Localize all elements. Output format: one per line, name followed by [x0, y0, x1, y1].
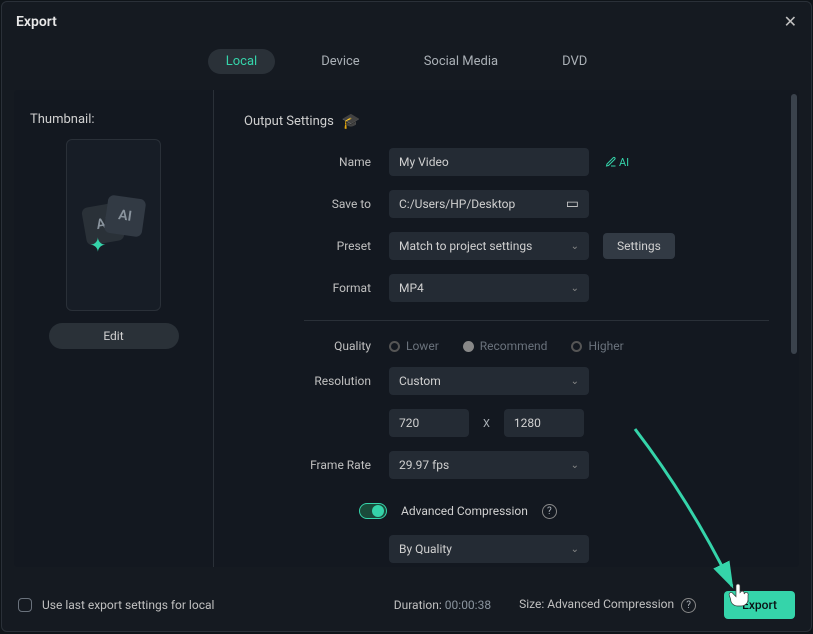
frame-rate-label: Frame Rate	[244, 458, 389, 472]
resolution-select[interactable]: Custom ⌄	[389, 367, 589, 395]
chevron-down-icon: ⌄	[571, 241, 579, 252]
compression-mode-select[interactable]: By Quality ⌄	[389, 535, 589, 563]
size-text: Size: Advanced Compression ?	[519, 597, 696, 612]
duration-text: Duration: 00:00:38	[394, 598, 491, 612]
save-to-field[interactable]: C:/Users/HP/Desktop ▭	[389, 190, 589, 218]
resolution-label: Resolution	[244, 374, 389, 388]
tab-dvd[interactable]: DVD	[544, 49, 605, 74]
name-input[interactable]	[389, 148, 589, 176]
format-label: Format	[244, 281, 389, 295]
export-tabs: Local Device Social Media DVD	[2, 41, 811, 90]
help-icon[interactable]: ?	[542, 504, 557, 519]
divider	[304, 320, 769, 321]
frame-rate-select[interactable]: 29.97 fps ⌄	[389, 451, 589, 479]
scrollbar[interactable]	[791, 94, 797, 354]
quality-label: Quality	[244, 339, 389, 353]
edit-thumbnail-button[interactable]: Edit	[49, 323, 179, 349]
quality-higher-radio[interactable]: Higher	[571, 339, 623, 353]
graduation-cap-icon[interactable]: 🎓	[342, 112, 361, 130]
chevron-down-icon: ⌄	[571, 283, 579, 294]
ai-card-icon: AI	[103, 195, 146, 238]
resolution-height-input[interactable]	[504, 409, 584, 437]
advanced-compression-toggle[interactable]	[359, 503, 387, 519]
ai-name-button[interactable]: AI	[605, 156, 629, 169]
tab-device[interactable]: Device	[303, 49, 378, 74]
x-separator: X	[483, 417, 490, 430]
use-last-settings-checkbox[interactable]	[18, 598, 32, 612]
quality-lower-radio[interactable]: Lower	[389, 339, 439, 353]
name-label: Name	[244, 155, 389, 169]
chevron-down-icon: ⌄	[571, 544, 579, 555]
preset-select[interactable]: Match to project settings ⌄	[389, 232, 589, 260]
preset-settings-button[interactable]: Settings	[603, 233, 675, 259]
thumbnail-label: Thumbnail:	[30, 112, 197, 127]
output-settings-heading: Output Settings	[244, 114, 334, 129]
export-button[interactable]: Export	[724, 591, 795, 619]
format-select[interactable]: MP4 ⌄	[389, 274, 589, 302]
tab-social-media[interactable]: Social Media	[406, 49, 516, 74]
resolution-width-input[interactable]	[389, 409, 469, 437]
quality-recommend-radio[interactable]: Recommend	[463, 339, 548, 353]
help-icon[interactable]: ?	[681, 598, 696, 613]
thumbnail-preview[interactable]: AI AI ✦	[66, 139, 161, 311]
chevron-down-icon: ⌄	[571, 376, 579, 387]
save-to-label: Save to	[244, 197, 389, 211]
dialog-title: Export	[16, 14, 57, 30]
sparkle-icon: ✦	[90, 233, 107, 257]
preset-label: Preset	[244, 239, 389, 253]
use-last-settings-label: Use last export settings for local	[42, 598, 214, 612]
close-icon[interactable]: ✕	[784, 12, 797, 31]
tab-local[interactable]: Local	[208, 49, 275, 74]
chevron-down-icon: ⌄	[571, 460, 579, 471]
advanced-compression-label: Advanced Compression	[401, 504, 528, 518]
folder-icon[interactable]: ▭	[566, 196, 579, 212]
